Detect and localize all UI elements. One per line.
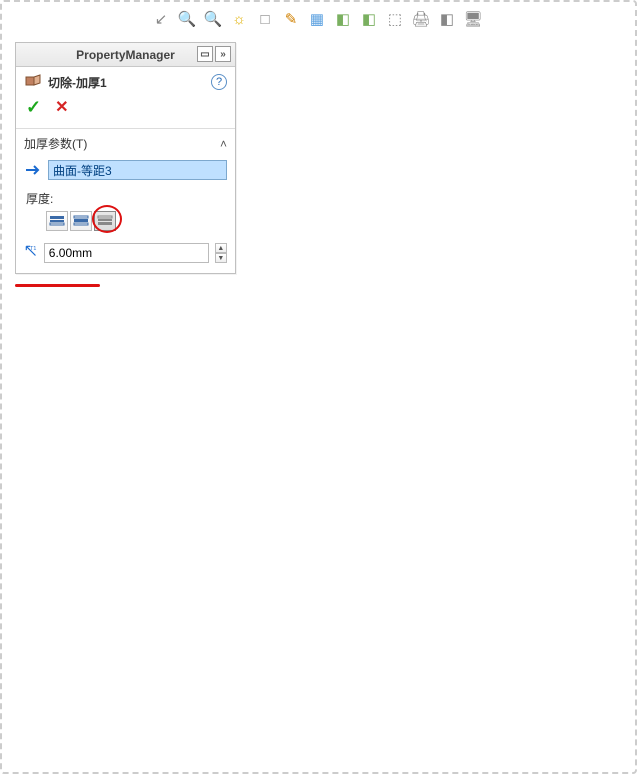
toolbar-icon-zoomfit[interactable]: 🔍 — [204, 10, 222, 28]
help-icon[interactable]: ? — [211, 74, 227, 90]
app-frame: ↙ 🔍 🔍 ☼ □ ✎ ▦ ◧ ◧ ⬚ 🖨 ◧ 🖥 PropertyManage… — [0, 0, 637, 774]
section-body: 厚度: T1 ▲ ▼ — [16, 156, 235, 273]
svg-text:T1: T1 — [30, 246, 36, 252]
feature-title-row: 切除-加厚1 ? — [16, 67, 235, 93]
ok-button[interactable]: ✓ — [26, 97, 41, 118]
view-toolbar: ↙ 🔍 🔍 ☼ □ ✎ ▦ ◧ ◧ ⬚ 🖨 ◧ 🖥 — [152, 8, 615, 30]
surface-selection-field[interactable] — [48, 160, 227, 180]
toolbar-icon-light[interactable]: ☼ — [230, 10, 248, 28]
spin-up-button[interactable]: ▲ — [215, 243, 227, 253]
thickness-spinner: ▲ ▼ — [215, 243, 227, 263]
panel-header: PropertyManager ▭ » — [16, 43, 235, 67]
toolbar-icon-display3[interactable]: ◧ — [360, 10, 378, 28]
chevron-up-icon: ˄ — [220, 137, 227, 151]
thickness-value-row: T1 ▲ ▼ — [24, 243, 227, 263]
toolbar-icon-display2[interactable]: ◧ — [334, 10, 352, 28]
toolbar-icon-hide[interactable]: ⬚ — [386, 10, 404, 28]
pin-icon[interactable]: ▭ — [197, 46, 213, 62]
toolbar-icon-orient[interactable]: ↙ — [152, 10, 170, 28]
feature-icon — [24, 73, 42, 91]
direction-both-button[interactable] — [70, 211, 92, 231]
toolbar-icon-screen[interactable]: 🖥 — [464, 10, 482, 28]
action-row: ✓ ✕ — [16, 93, 235, 128]
thickness-direction-group — [46, 211, 227, 231]
cancel-button[interactable]: ✕ — [55, 97, 68, 118]
flip-direction-icon[interactable] — [24, 161, 42, 179]
toolbar-icon-appearance[interactable]: ◧ — [438, 10, 456, 28]
section-header[interactable]: 加厚参数(T) ˄ — [16, 128, 235, 156]
thickness-value-input[interactable] — [44, 243, 209, 263]
toolbar-icon-display1[interactable]: ▦ — [308, 10, 326, 28]
toolbar-icon-section[interactable]: □ — [256, 10, 274, 28]
toolbar-icon-zoom[interactable]: 🔍 — [178, 10, 196, 28]
property-manager-panel: PropertyManager ▭ » 切除-加厚1 ? ✓ ✕ 加厚参数(T)… — [15, 42, 236, 274]
panel-title: PropertyManager — [76, 48, 175, 62]
spin-down-button[interactable]: ▼ — [215, 253, 227, 263]
direction-side1-button[interactable] — [46, 211, 68, 231]
annotation-underline — [15, 284, 100, 287]
thickness-label: 厚度: — [26, 190, 225, 207]
toolbar-icon-edit[interactable]: ✎ — [282, 10, 300, 28]
direction-side2-button[interactable] — [94, 211, 116, 231]
feature-name: 切除-加厚1 — [48, 74, 211, 91]
thickness-dimension-icon[interactable]: T1 — [24, 244, 38, 262]
section-title: 加厚参数(T) — [24, 135, 87, 152]
expand-icon[interactable]: » — [215, 46, 231, 62]
toolbar-icon-print[interactable]: 🖨 — [412, 10, 430, 28]
surface-select-row — [24, 160, 227, 180]
panel-dock-controls: ▭ » — [197, 46, 231, 62]
